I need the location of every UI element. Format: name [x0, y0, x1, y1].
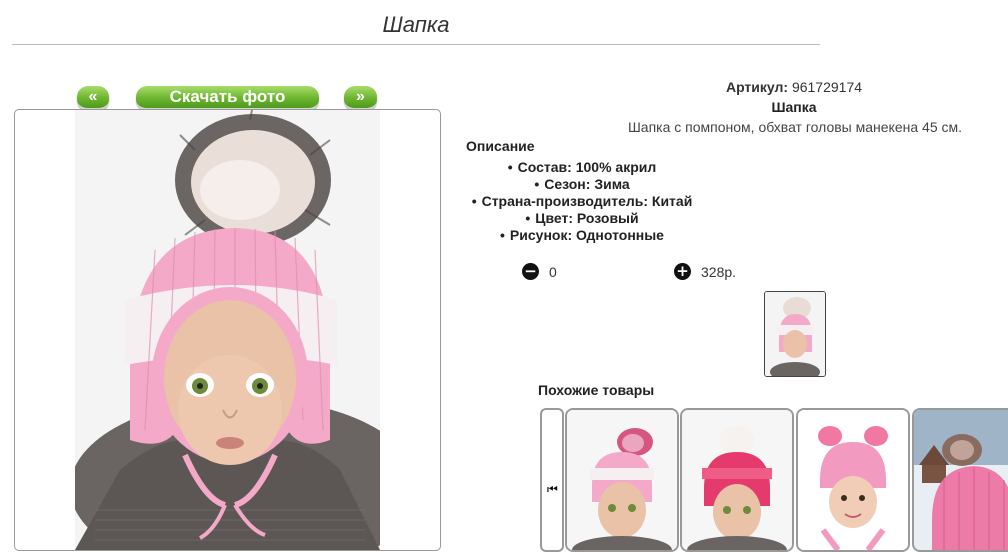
sku-line: Артикул: 961729174 [720, 79, 868, 95]
similar-product-card[interactable] [796, 408, 910, 552]
sku-label: Артикул: [725, 79, 789, 95]
photo-thumbnail[interactable] [764, 291, 826, 377]
download-photo-button[interactable]: Скачать фото [136, 86, 319, 111]
carousel-prev-button[interactable]: ⏮ [540, 408, 564, 552]
similar-products-heading: Похожие товары [538, 382, 655, 398]
next-photo-button[interactable]: » [344, 86, 377, 111]
main-product-photo[interactable] [70, 110, 420, 550]
page-title: Шапка [382, 12, 450, 37]
similar-product-card[interactable] [912, 408, 1008, 552]
title-divider [12, 44, 820, 45]
quantity-value: 0 [549, 264, 557, 280]
plus-circle-icon[interactable]: + [674, 263, 691, 280]
minus-circle-icon[interactable]: − [522, 263, 539, 280]
similar-product-card[interactable] [565, 408, 679, 552]
similar-product-card[interactable] [680, 408, 794, 552]
skip-back-icon: ⏮ [547, 482, 558, 496]
spec-item: Сезон: Зима [462, 176, 702, 193]
spec-item: Цвет: Розовый [462, 210, 702, 227]
spec-item: Рисунок: Однотонные [462, 227, 702, 244]
price-value: 328р. [701, 264, 737, 280]
product-name: Шапка [771, 99, 817, 115]
sku-value: 961729174 [791, 79, 863, 95]
description-heading: Описание [466, 138, 535, 154]
spec-item: Страна-производитель: Китай [462, 193, 702, 210]
main-photo-frame [14, 109, 441, 551]
spec-list: Состав: 100% акрил Сезон: Зима Страна-пр… [462, 159, 702, 244]
prev-photo-button[interactable]: « [77, 86, 109, 111]
product-description: Шапка с помпоном, обхват головы манекена… [627, 119, 963, 135]
spec-item: Состав: 100% акрил [462, 159, 702, 176]
